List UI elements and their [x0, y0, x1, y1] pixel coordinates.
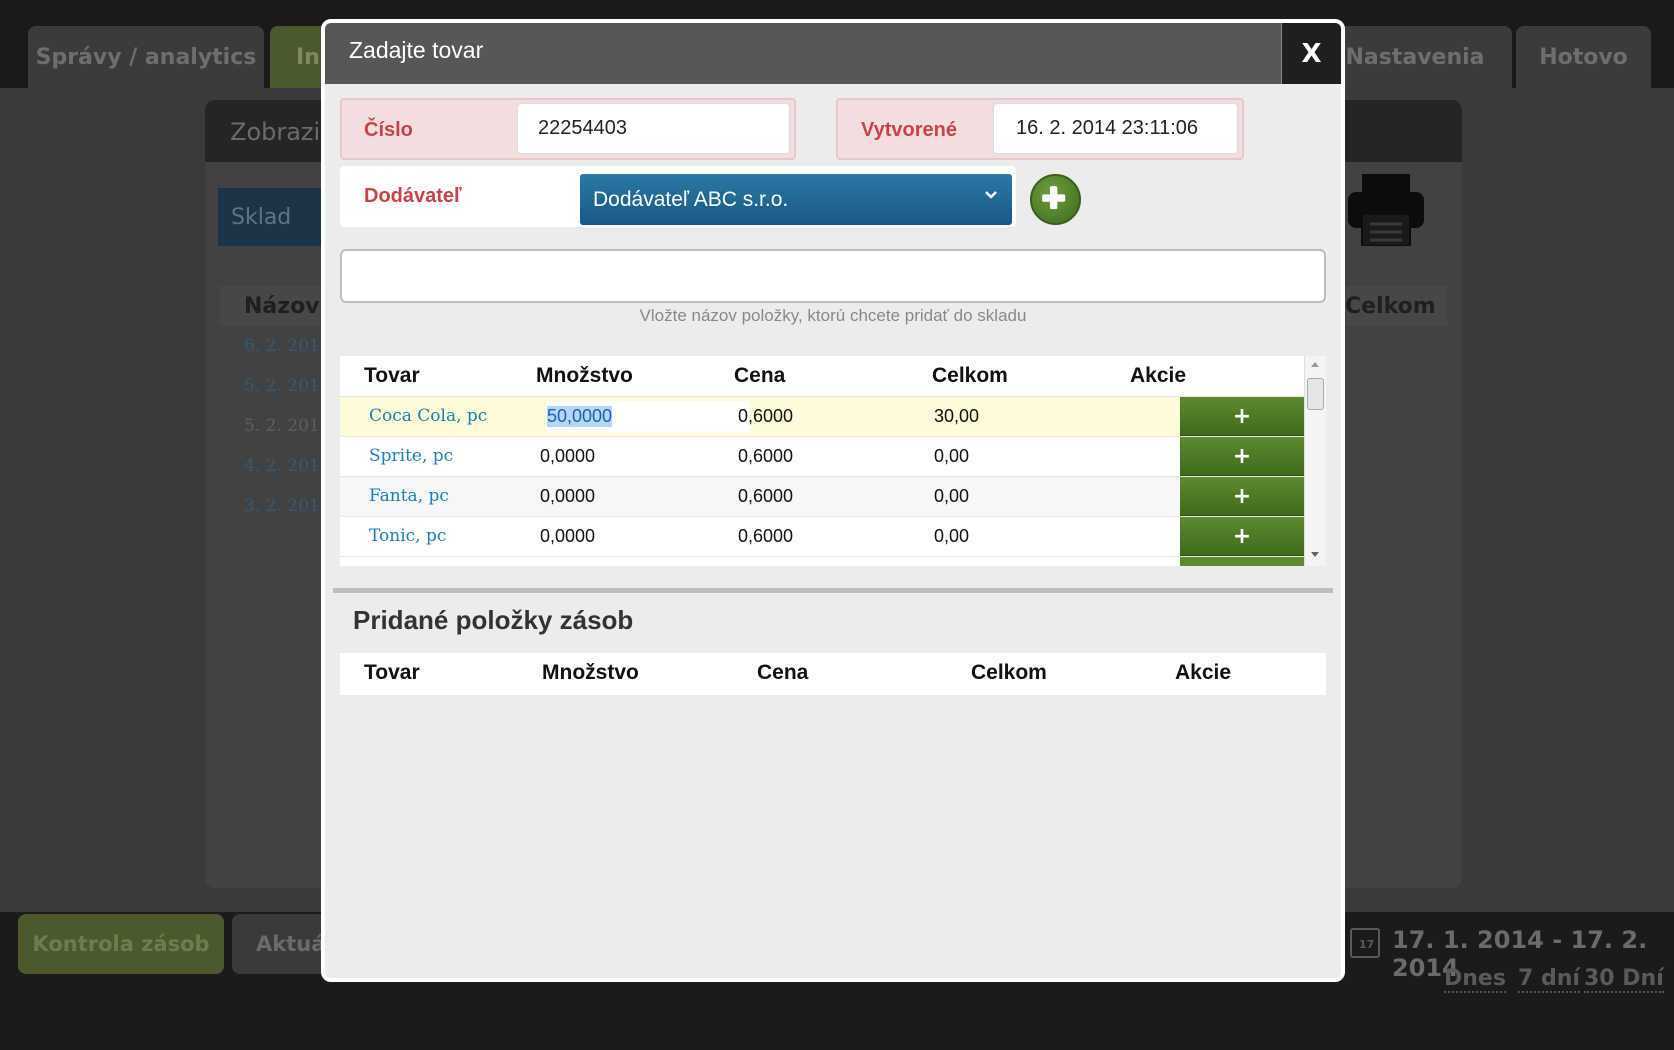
column-header-quantity: Množstvo	[536, 364, 633, 387]
item-price: 0,6000	[738, 526, 794, 546]
item-quantity[interactable]: 0,0000	[540, 526, 595, 547]
quantity-value: 50,0000	[547, 406, 613, 427]
item-search-hint: Vložte názov položky, ktorú chcete prida…	[639, 306, 1027, 325]
column-header-price: Cena	[757, 661, 809, 684]
calendar-icon[interactable]: 17	[1350, 928, 1380, 958]
add-item-button-partial	[1180, 557, 1304, 566]
plus-icon	[1042, 186, 1066, 210]
item-name[interactable]: Fanta, pc	[369, 486, 449, 506]
enter-goods-modal: Zadajte tovar X Číslo 22254403 Vytvorené…	[321, 19, 1345, 982]
close-button[interactable]: X	[1281, 23, 1341, 84]
add-item-button[interactable]: +	[1180, 477, 1304, 516]
number-input[interactable]: 22254403	[517, 103, 790, 154]
column-header-actions: Akcie	[1130, 364, 1187, 387]
column-header-actions: Akcie	[1175, 661, 1232, 684]
tab-reports[interactable]: Správy / analytics	[28, 26, 264, 88]
quantity-input[interactable]: 50,0000	[546, 401, 750, 432]
item-search-input[interactable]	[340, 249, 1326, 303]
scroll-up-arrow-icon[interactable]	[1311, 362, 1319, 367]
supplier-label: Dodávateľ	[364, 185, 462, 207]
list-item[interactable]: 5. 2. 2014	[244, 416, 331, 436]
list-item[interactable]: 4. 2. 2014	[244, 456, 331, 476]
column-header-goods: Tovar	[364, 364, 420, 387]
supplier-select[interactable]: Dodávateľ ABC s.r.o.	[580, 174, 1012, 225]
item-name[interactable]: Tonic, pc	[369, 526, 446, 546]
list-item[interactable]: 3. 2. 2014	[244, 496, 331, 516]
table-row[interactable]: Fanta, pc 0,0000 0,6000 0,00 +	[340, 476, 1304, 516]
calendar-day: 17	[1359, 938, 1375, 951]
column-header-quantity: Množstvo	[542, 661, 639, 684]
items-table-scrollbar[interactable]	[1304, 356, 1326, 566]
added-items-title: Pridané položky zásob	[353, 605, 634, 635]
scrollbar-thumb[interactable]	[1307, 378, 1324, 410]
created-input[interactable]: 16. 2. 2014 23:11:06	[993, 103, 1238, 154]
item-price: 0,6000	[738, 446, 794, 466]
table-row[interactable]: Tonic, pc 0,0000 0,6000 0,00 +	[340, 516, 1304, 556]
panel-title: Zobraziť	[230, 118, 330, 146]
stock-check-button[interactable]: Kontrola zásob	[18, 914, 224, 974]
supplier-selected-value: Dodávateľ ABC s.r.o.	[593, 187, 789, 211]
item-quantity[interactable]: 0,0000	[540, 486, 595, 507]
item-total: 0,00	[934, 486, 970, 506]
list-item[interactable]: 6. 2. 2014	[244, 336, 331, 356]
item-name[interactable]: Coca Cola, pc	[369, 406, 487, 426]
range-30-days-link[interactable]: 30 Dní	[1584, 966, 1664, 993]
printer-icon[interactable]	[1348, 174, 1424, 246]
add-item-button[interactable]: +	[1180, 517, 1304, 556]
modal-title: Zadajte tovar	[349, 37, 484, 63]
chevron-down-icon	[985, 191, 997, 199]
item-total: 0,00	[934, 446, 970, 466]
item-quantity[interactable]: 0,0000	[540, 446, 595, 467]
add-item-button[interactable]: +	[1180, 437, 1304, 476]
items-table: Tovar Množstvo Cena Celkom Akcie Coca Co…	[340, 356, 1326, 566]
modal-header: Zadajte tovar X	[325, 23, 1341, 84]
warehouse-button[interactable]: Sklad	[218, 188, 328, 246]
column-header-price: Cena	[734, 364, 786, 387]
item-total: 0,00	[934, 526, 970, 546]
item-price: 0,6000	[738, 406, 794, 426]
column-header-total: Celkom	[971, 661, 1047, 684]
item-name[interactable]: Sprite, pc	[369, 446, 453, 466]
column-header-total: Celkom	[932, 364, 1008, 387]
items-table-header: Tovar Množstvo Cena Celkom Akcie	[340, 356, 1304, 396]
table-row[interactable]: Sprite, pc 0,0000 0,6000 0,00 +	[340, 436, 1304, 476]
added-items-table-header: Tovar Množstvo Cena Celkom Akcie	[340, 653, 1326, 695]
column-total-header: Celkom	[1345, 286, 1447, 326]
tab-settings[interactable]: Nastavenia	[1318, 26, 1512, 88]
scroll-down-arrow-icon[interactable]	[1311, 552, 1319, 557]
item-total: 30,00	[934, 406, 980, 426]
column-header-goods: Tovar	[364, 661, 420, 684]
update-button[interactable]: Aktuá	[232, 914, 328, 974]
item-price: 0,6000	[738, 486, 794, 506]
table-row-partial	[340, 556, 1304, 566]
range-today-link[interactable]: Dnes	[1444, 966, 1506, 993]
number-label: Číslo	[364, 119, 413, 141]
list-item[interactable]: 5. 2. 2014	[244, 376, 331, 396]
column-name-header: Názov	[220, 286, 330, 326]
created-label: Vytvorené	[861, 119, 957, 141]
tab-done[interactable]: Hotovo	[1516, 26, 1651, 88]
table-row[interactable]: Coca Cola, pc 50,0000 0,6000 30,00 +	[340, 396, 1304, 436]
add-item-button[interactable]: +	[1180, 397, 1304, 436]
range-7-days-link[interactable]: 7 dní	[1518, 966, 1580, 993]
section-divider	[333, 588, 1333, 593]
add-supplier-button[interactable]	[1030, 174, 1081, 225]
